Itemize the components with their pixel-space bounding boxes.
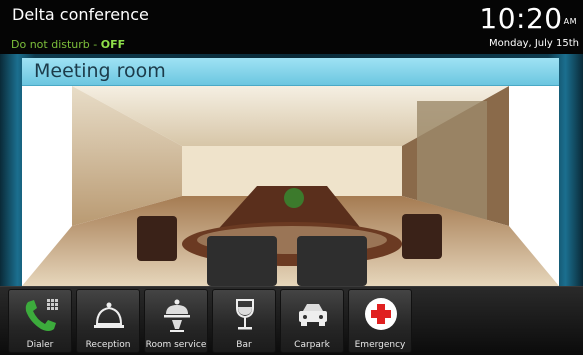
room-title: Meeting room [34, 60, 166, 82]
do-not-disturb-status[interactable]: Do not disturb - OFF [11, 38, 125, 51]
room-service-label: Room service [145, 340, 207, 350]
room-photo [22, 86, 559, 286]
dialer-label: Dialer [26, 340, 54, 350]
status-bar: Delta conference Do not disturb - OFF 10… [0, 0, 583, 54]
bar-label: Bar [236, 340, 252, 350]
emergency-button[interactable]: Emergency [348, 289, 412, 353]
room-panel: Meeting room [22, 58, 559, 286]
date-display: Monday, July 15th [489, 38, 579, 49]
bar-button[interactable]: Bar [212, 289, 276, 353]
carpark-label: Carpark [294, 340, 330, 350]
clock: 10:20AM [479, 4, 577, 34]
emergency-label: Emergency [354, 340, 406, 350]
clock-ampm: AM [563, 17, 577, 26]
phone-keypad-icon [25, 299, 58, 331]
car-icon [299, 304, 327, 326]
carpark-button[interactable]: Carpark [280, 289, 344, 353]
dialer-button[interactable]: Dialer [8, 289, 72, 353]
reception-label: Reception [85, 340, 131, 350]
content-area: Meeting room [0, 54, 583, 286]
meeting-room-image [22, 86, 559, 286]
panel-header: Meeting room [22, 58, 559, 86]
service-bell-icon [94, 302, 124, 328]
room-service-button[interactable]: Room service [144, 289, 208, 353]
red-cross-icon [365, 298, 397, 330]
wine-glass-icon [236, 299, 254, 330]
reception-button[interactable]: Reception [76, 289, 140, 353]
dock: Dialer Reception Room service Bar Carpar… [0, 286, 583, 355]
cloche-tray-icon [164, 299, 190, 332]
dnd-label: Do not disturb - [11, 38, 101, 51]
clock-time: 10:20 [479, 2, 563, 35]
dnd-state: OFF [100, 38, 126, 51]
app-title: Delta conference [12, 5, 149, 24]
